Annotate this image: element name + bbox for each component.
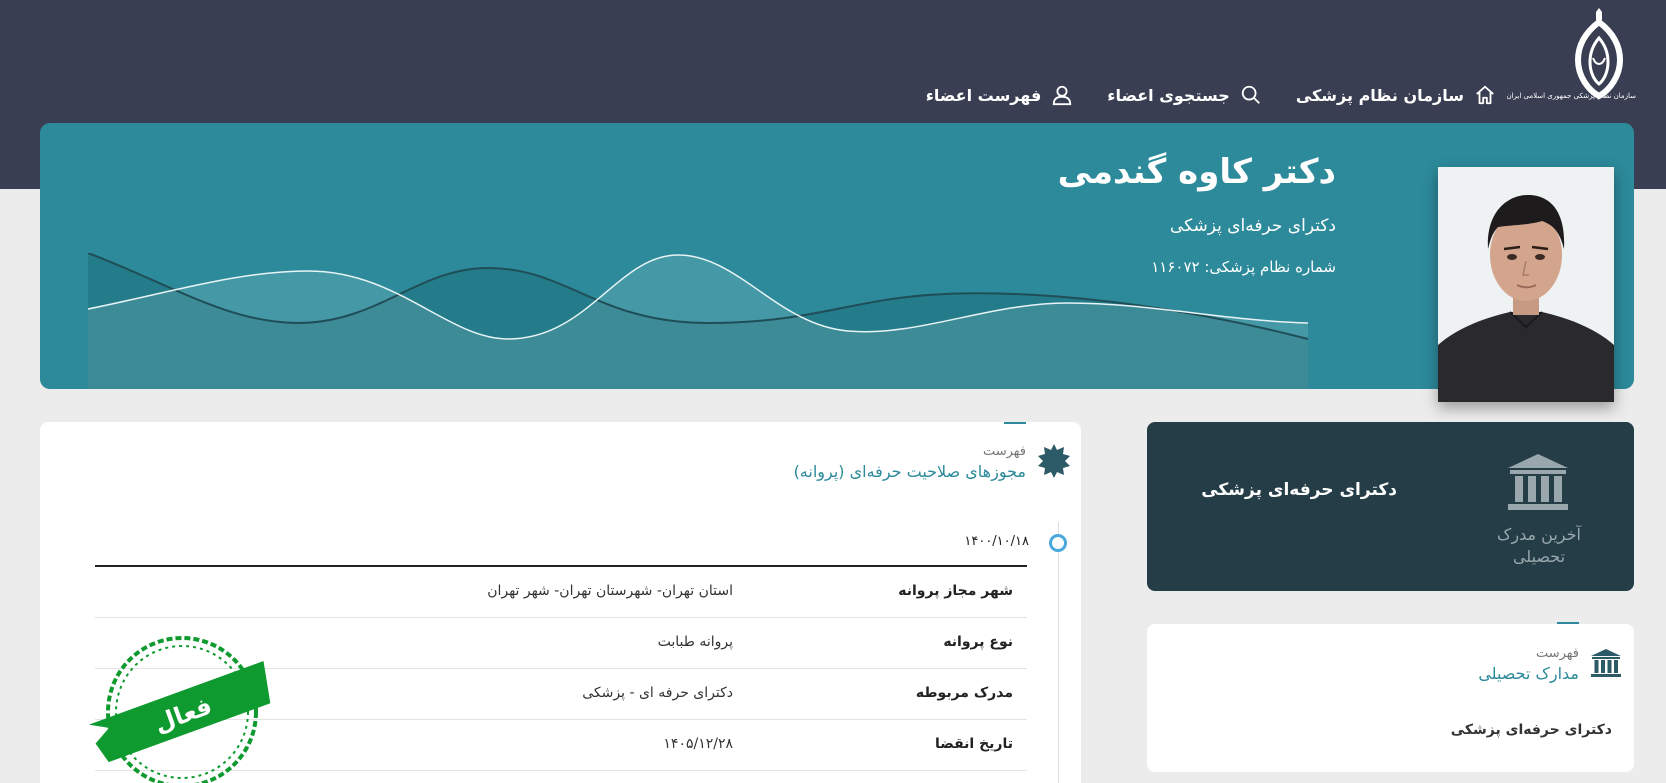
search-icon	[1241, 85, 1260, 104]
badge-icon	[1038, 444, 1070, 478]
licenses-title: مجوزهای صلاحیت حرفه‌ای (پروانه)	[793, 462, 1026, 481]
row-value: استان تهران- شهرستان تهران- شهر تهران	[487, 583, 733, 599]
member-photo	[1438, 167, 1614, 402]
timeline-line	[1058, 522, 1059, 783]
institution-icon	[1508, 454, 1568, 510]
row-key: مدرک مربوطه	[915, 685, 1013, 701]
nav-home-label: سازمان نظام پزشکی	[1295, 85, 1464, 105]
row-key: شهر مجاز پروانه	[898, 583, 1013, 599]
education-title: مدارک تحصیلی	[1478, 664, 1579, 683]
license-issue-date: ۱۴۰۰/۱۰/۱۸	[964, 534, 1029, 549]
member-number: شماره نظام پزشکی: ۱۱۶۰۷۲	[1151, 258, 1336, 276]
card-accent	[1557, 622, 1579, 624]
institution-icon	[1591, 649, 1621, 677]
row-value: دکترای حرفه ای - پزشکی	[582, 685, 733, 701]
table-row: شهر مجاز پروانه استان تهران- شهرستان تهر…	[95, 567, 1027, 618]
nav-search-label: جستجوی اعضاء	[1107, 85, 1230, 105]
nav-search[interactable]: جستجوی اعضاء	[1107, 84, 1262, 106]
active-status-stamp: فعال	[90, 636, 271, 783]
row-key: نوع پروانه	[943, 634, 1013, 650]
member-name: دکتر کاوه گندمی	[1057, 152, 1336, 192]
latest-degree-label: آخرین مدرک تحصیلی	[1497, 525, 1581, 566]
education-card: فهرست مدارک تحصیلی دکترای حرفه‌ای پزشکی	[1147, 622, 1634, 772]
latest-degree-card: دکترای حرفه‌ای پزشکی آخرین مدرک تحصیلی	[1147, 422, 1634, 591]
education-pre-title: فهرست	[1535, 646, 1579, 661]
logo-caption: سازمان نظام پزشکی جمهوری اسلامی ایران	[1506, 92, 1636, 100]
main-nav: سازمان نظام پزشکی جستجوی اعضاء فهرست اعض…	[926, 84, 1496, 106]
timeline-dot	[1049, 534, 1067, 552]
decorative-waves	[88, 253, 1309, 389]
row-value: پروانه طبابت	[657, 634, 733, 650]
education-item: دکترای حرفه‌ای پزشکی	[1450, 722, 1612, 738]
latest-degree-title: دکترای حرفه‌ای پزشکی	[1201, 480, 1397, 500]
user-icon	[1053, 85, 1072, 106]
licenses-pre-title: فهرست	[982, 444, 1026, 459]
profile-hero	[40, 123, 1634, 389]
nav-members[interactable]: فهرست اعضاء	[926, 84, 1074, 106]
member-degree: دکترای حرفه‌ای پزشکی	[1169, 216, 1336, 236]
card-accent	[1004, 422, 1026, 424]
nav-home[interactable]: سازمان نظام پزشکی	[1296, 84, 1496, 106]
row-key: تاریخ انقضا	[935, 736, 1013, 752]
row-value: ۱۴۰۵/۱۲/۲۸	[663, 736, 733, 752]
home-icon	[1476, 85, 1494, 105]
licenses-card: فهرست مجوزهای صلاحیت حرفه‌ای (پروانه) ۱۴…	[40, 422, 1081, 783]
nav-members-label: فهرست اعضاء	[925, 85, 1042, 105]
